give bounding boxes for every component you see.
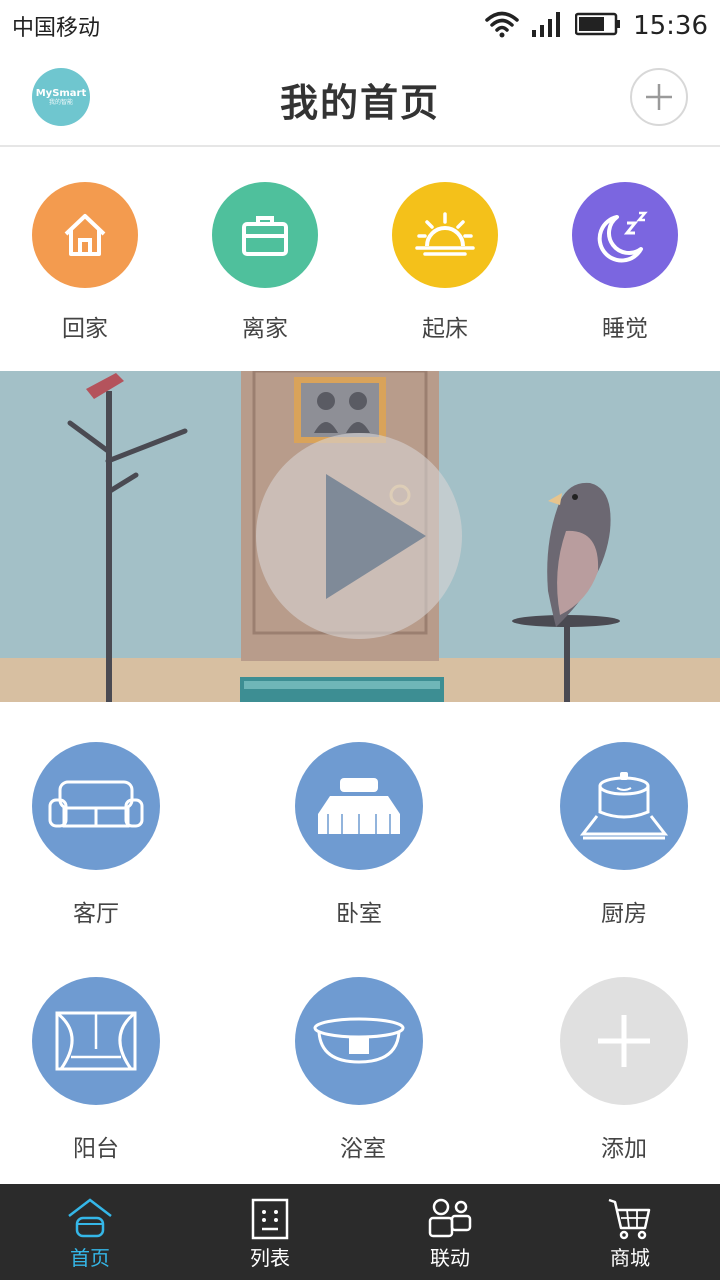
room-label: 厨房: [601, 901, 647, 927]
curtain-icon: [55, 1011, 137, 1071]
link-tab-icon: [428, 1198, 472, 1238]
banner-illustration: [0, 371, 720, 702]
plus-icon: [598, 1015, 650, 1067]
briefcase-icon: [242, 216, 288, 256]
moon-icon: [597, 211, 648, 263]
scene-shortcuts: 回家 离家 起床 睡觉: [0, 149, 720, 371]
scene-label: 回家: [62, 316, 108, 342]
room-grid: 客厅 卧室 厨房 阳台 浴室 添加: [0, 702, 720, 1184]
signal-icon: [531, 10, 563, 42]
video-banner[interactable]: [0, 371, 720, 702]
home-tab-icon: [68, 1198, 112, 1238]
scene-label: 起床: [422, 316, 468, 342]
room-circle: [295, 977, 423, 1105]
bed-icon: [318, 778, 400, 834]
room-balcony[interactable]: 阳台: [0, 937, 200, 1162]
room-living[interactable]: 客厅: [0, 702, 200, 927]
rice-cooker-icon: [579, 772, 669, 840]
room-circle: [560, 742, 688, 870]
tab-linkage[interactable]: 联动: [360, 1184, 540, 1280]
room-kitchen[interactable]: 厨房: [524, 702, 720, 927]
sunrise-icon: [415, 212, 475, 256]
tab-label: 首页: [70, 1246, 110, 1270]
room-circle: [295, 742, 423, 870]
list-tab-icon: [251, 1198, 289, 1240]
plus-icon: [646, 84, 672, 110]
status-bar: 中国移动 15:36: [0, 0, 720, 52]
scene-circle: [392, 182, 498, 288]
battery-icon: [574, 11, 621, 41]
room-label: 客厅: [73, 901, 119, 927]
scene-label: 离家: [242, 316, 288, 342]
scene-circle: [32, 182, 138, 288]
clock: 15:36: [633, 11, 708, 41]
tab-list[interactable]: 列表: [180, 1184, 360, 1280]
scene-label: 睡觉: [602, 316, 648, 342]
room-circle: [32, 742, 160, 870]
bottom-tab-bar: 首页 列表 联动 商城: [0, 1184, 720, 1280]
bathtub-icon: [313, 1017, 405, 1064]
scene-home[interactable]: 回家: [0, 149, 180, 371]
tab-home[interactable]: 首页: [0, 1184, 180, 1280]
tab-shop[interactable]: 商城: [540, 1184, 720, 1280]
cart-tab-icon: [608, 1198, 651, 1240]
scene-circle: [572, 182, 678, 288]
scene-away[interactable]: 离家: [180, 149, 360, 371]
scene-sleep[interactable]: 睡觉: [540, 149, 720, 371]
wifi-icon: [485, 10, 519, 42]
home-icon: [64, 214, 106, 256]
room-bathroom[interactable]: 浴室: [259, 937, 459, 1162]
carrier-name: 中国移动: [12, 16, 101, 41]
sofa-icon: [48, 780, 144, 828]
tab-label: 列表: [250, 1246, 290, 1270]
room-bedroom[interactable]: 卧室: [259, 702, 459, 927]
room-label: 卧室: [336, 901, 382, 927]
page-title: 我的首页: [279, 81, 440, 125]
status-icons: 15:36: [485, 8, 708, 44]
add-button[interactable]: [630, 68, 688, 126]
scene-circle: [212, 182, 318, 288]
scene-wake[interactable]: 起床: [360, 149, 540, 371]
app-header: MySmart 我的智能 我的首页: [0, 52, 720, 147]
room-add[interactable]: 添加: [524, 937, 720, 1162]
room-circle: [32, 977, 160, 1105]
room-label: 阳台: [73, 1136, 119, 1162]
room-label: 浴室: [340, 1136, 386, 1162]
tab-label: 商城: [610, 1246, 650, 1270]
room-circle: [560, 977, 688, 1105]
tab-label: 联动: [430, 1246, 470, 1270]
room-label: 添加: [601, 1136, 647, 1162]
